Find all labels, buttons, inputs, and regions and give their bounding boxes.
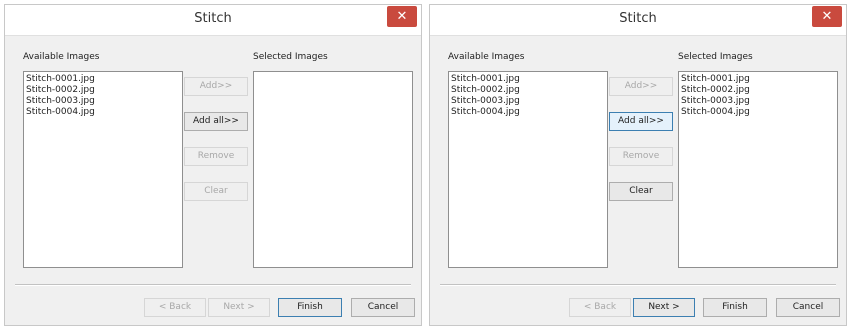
remove-button[interactable]: Remove [184, 147, 248, 166]
add-all-button[interactable]: Add all>> [184, 112, 248, 131]
list-item[interactable]: Stitch-0003.jpg [681, 96, 835, 107]
close-button[interactable]: ✕ [812, 6, 842, 27]
dialog-title: Stitch [194, 11, 232, 26]
clear-button[interactable]: Clear [184, 182, 248, 201]
footer-divider [15, 284, 411, 286]
selected-images-list[interactable] [253, 71, 413, 268]
list-item[interactable]: Stitch-0001.jpg [681, 74, 835, 85]
list-item[interactable]: Stitch-0003.jpg [26, 96, 180, 107]
finish-button[interactable]: Finish [278, 298, 342, 317]
title-bar: Stitch ✕ [5, 5, 421, 36]
list-item[interactable]: Stitch-0002.jpg [681, 85, 835, 96]
next-button[interactable]: Next > [633, 298, 695, 317]
cancel-button[interactable]: Cancel [776, 298, 840, 317]
list-item[interactable]: Stitch-0001.jpg [451, 74, 605, 85]
remove-button[interactable]: Remove [609, 147, 673, 166]
selected-images-label: Selected Images [253, 52, 328, 62]
list-item[interactable]: Stitch-0004.jpg [681, 107, 835, 118]
available-images-list[interactable]: Stitch-0001.jpg Stitch-0002.jpg Stitch-0… [23, 71, 183, 268]
list-item[interactable]: Stitch-0001.jpg [26, 74, 180, 85]
dialog-title: Stitch [619, 11, 657, 26]
list-item[interactable]: Stitch-0004.jpg [451, 107, 605, 118]
cancel-button[interactable]: Cancel [351, 298, 415, 317]
back-button[interactable]: < Back [569, 298, 631, 317]
list-item[interactable]: Stitch-0002.jpg [26, 85, 180, 96]
finish-button[interactable]: Finish [703, 298, 767, 317]
add-button[interactable]: Add>> [184, 77, 248, 96]
available-images-list[interactable]: Stitch-0001.jpg Stitch-0002.jpg Stitch-0… [448, 71, 608, 268]
stitch-dialog-before: Stitch ✕ Available Images Selected Image… [4, 4, 422, 326]
add-all-button[interactable]: Add all>> [609, 112, 673, 131]
title-bar: Stitch ✕ [430, 5, 846, 36]
footer-divider [440, 284, 836, 286]
selected-images-label: Selected Images [678, 52, 753, 62]
list-item[interactable]: Stitch-0003.jpg [451, 96, 605, 107]
available-images-label: Available Images [448, 52, 525, 62]
close-button[interactable]: ✕ [387, 6, 417, 27]
back-button[interactable]: < Back [144, 298, 206, 317]
list-item[interactable]: Stitch-0004.jpg [26, 107, 180, 118]
close-icon: ✕ [396, 9, 408, 24]
close-icon: ✕ [821, 9, 833, 24]
list-item[interactable]: Stitch-0002.jpg [451, 85, 605, 96]
stitch-dialog-after: Stitch ✕ Available Images Selected Image… [429, 4, 847, 326]
add-button[interactable]: Add>> [609, 77, 673, 96]
clear-button[interactable]: Clear [609, 182, 673, 201]
next-button[interactable]: Next > [208, 298, 270, 317]
available-images-label: Available Images [23, 52, 100, 62]
selected-images-list[interactable]: Stitch-0001.jpg Stitch-0002.jpg Stitch-0… [678, 71, 838, 268]
